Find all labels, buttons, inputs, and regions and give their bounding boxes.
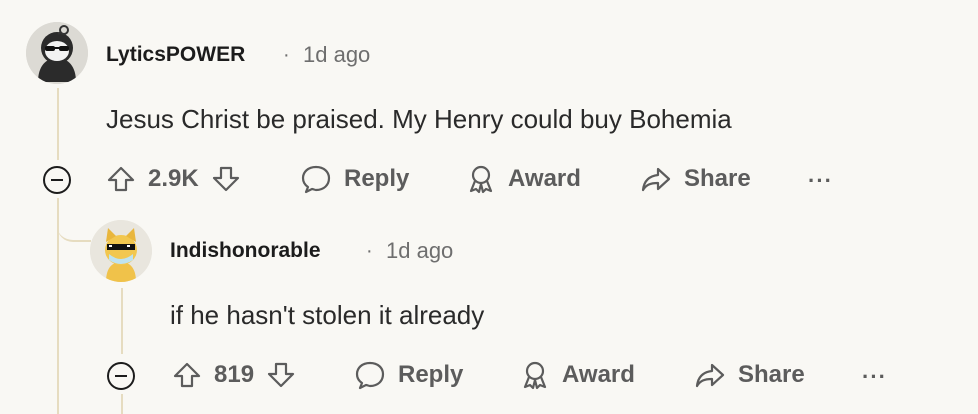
- separator-dot: ·: [283, 44, 290, 66]
- collapse-button[interactable]: [107, 362, 135, 390]
- timestamp[interactable]: 1d ago: [303, 42, 370, 68]
- username[interactable]: LyticsPOWER: [106, 43, 245, 67]
- score: 819: [214, 361, 255, 388]
- award-label: Award: [508, 165, 581, 192]
- share-button[interactable]: Share: [694, 360, 805, 390]
- upvote-icon[interactable]: [172, 360, 202, 390]
- username[interactable]: Indishonorable: [170, 239, 321, 263]
- share-label: Share: [738, 361, 805, 388]
- collapse-button[interactable]: [43, 166, 71, 194]
- more-options-button[interactable]: ···: [808, 168, 833, 194]
- award-button[interactable]: Award: [466, 164, 581, 194]
- upvote-icon[interactable]: [106, 164, 136, 194]
- award-icon: [466, 164, 496, 194]
- reply-button[interactable]: Reply: [300, 164, 409, 194]
- thread-line-parent: [57, 88, 59, 160]
- thread-connector: [57, 200, 91, 242]
- snoo-doge-avatar-icon: [90, 220, 152, 282]
- timestamp[interactable]: 1d ago: [386, 238, 453, 264]
- award-icon: [520, 360, 550, 390]
- downvote-icon[interactable]: [266, 360, 296, 390]
- more-options-button[interactable]: ···: [862, 364, 887, 390]
- share-button[interactable]: Share: [640, 164, 751, 194]
- downvote-icon[interactable]: [211, 164, 241, 194]
- score: 2.9K: [148, 165, 199, 192]
- thread-line-child: [121, 288, 123, 354]
- chat-bubble-icon: [354, 360, 386, 390]
- comment-body: Jesus Christ be praised. My Henry could …: [106, 104, 732, 134]
- separator-dot: ·: [366, 240, 373, 262]
- share-label: Share: [684, 165, 751, 192]
- snoo-sunglasses-avatar-icon: [26, 22, 88, 84]
- reply-label: Reply: [398, 361, 464, 388]
- comment-body: if he hasn't stolen it already: [170, 300, 485, 330]
- share-arrow-icon: [640, 164, 672, 194]
- chat-bubble-icon: [300, 164, 332, 194]
- avatar[interactable]: [26, 22, 88, 84]
- thread-line-child-lower: [121, 394, 123, 414]
- award-button[interactable]: Award: [520, 360, 635, 390]
- reply-button[interactable]: Reply: [354, 360, 463, 390]
- share-arrow-icon: [694, 360, 726, 390]
- award-label: Award: [562, 361, 635, 388]
- avatar[interactable]: [90, 220, 152, 282]
- vote-group: 819: [172, 360, 296, 390]
- vote-group: 2.9K: [106, 164, 241, 194]
- reply-label: Reply: [344, 165, 410, 192]
